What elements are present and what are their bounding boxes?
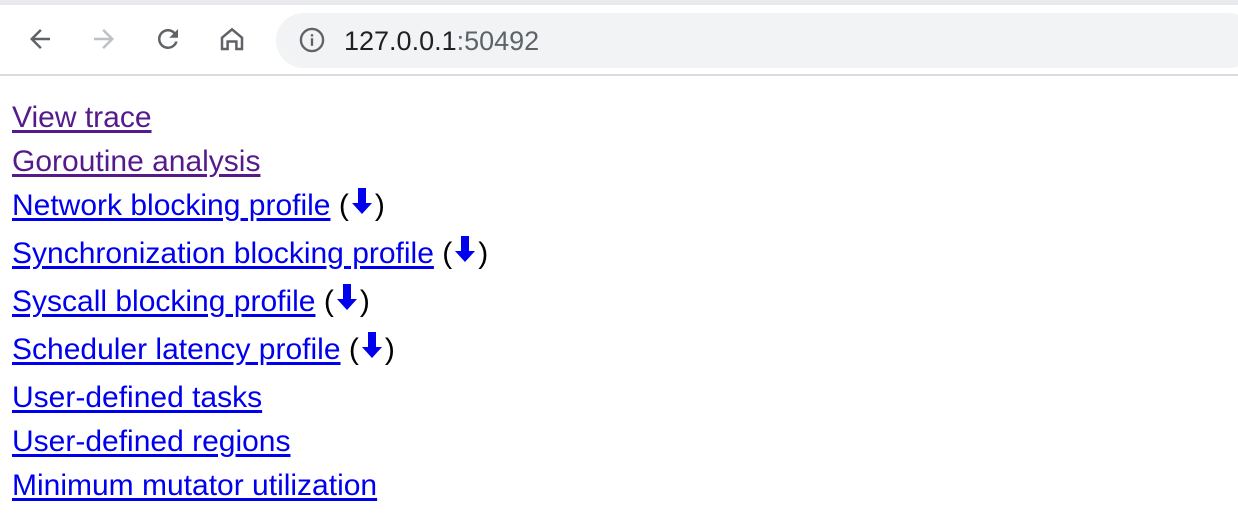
- home-icon: [220, 27, 244, 51]
- network-profile-download-link[interactable]: [349, 188, 375, 222]
- scheduler-profile-download-link[interactable]: [359, 332, 385, 366]
- list-item: Scheduler latency profile (): [12, 328, 488, 376]
- syscall-profile-download-link[interactable]: [334, 284, 360, 318]
- arrow-right-icon: [94, 29, 114, 49]
- info-icon[interactable]: [298, 26, 326, 54]
- url-port: :50492: [456, 26, 540, 56]
- list-item: Goroutine analysis: [12, 140, 488, 184]
- address-bar[interactable]: 127.0.0.1:50492: [276, 13, 1238, 68]
- url-host: 127.0.0.1: [344, 26, 457, 56]
- list-item: Syscall blocking profile (): [12, 280, 488, 328]
- browser-toolbar: 127.0.0.1:50492: [0, 0, 1238, 76]
- list-item: View trace: [12, 96, 488, 140]
- view-trace-link[interactable]: View trace: [12, 101, 152, 134]
- minimum-mutator-utilization-link[interactable]: Minimum mutator utilization: [12, 469, 377, 502]
- paren-open: (: [323, 285, 334, 318]
- arrow-left-icon: [30, 29, 50, 49]
- download-arrow-icon: [361, 332, 382, 358]
- list-item: Synchronization blocking profile (): [12, 232, 488, 280]
- user-defined-regions-link[interactable]: User-defined regions: [12, 425, 290, 458]
- network-blocking-profile-link[interactable]: Network blocking profile: [12, 189, 330, 222]
- download-arrow-icon: [351, 188, 372, 214]
- reload-button[interactable]: [150, 21, 186, 57]
- scheduler-latency-profile-link[interactable]: Scheduler latency profile: [12, 333, 341, 366]
- trace-menu: View trace Goroutine analysis Network bl…: [12, 96, 488, 508]
- paren-open: (: [442, 237, 453, 270]
- paren-close: ): [359, 285, 370, 318]
- download-arrow-icon: [336, 284, 357, 310]
- syscall-blocking-profile-link[interactable]: Syscall blocking profile: [12, 285, 315, 318]
- url-text[interactable]: 127.0.0.1:50492: [344, 25, 539, 57]
- paren-close: ): [374, 189, 385, 222]
- home-button[interactable]: [214, 21, 250, 57]
- paren-open: (: [338, 189, 349, 222]
- list-item: Network blocking profile (): [12, 184, 488, 232]
- synchronization-blocking-profile-link[interactable]: Synchronization blocking profile: [12, 237, 434, 270]
- goroutine-analysis-link[interactable]: Goroutine analysis: [12, 145, 260, 178]
- download-arrow-icon: [455, 236, 476, 262]
- sync-profile-download-link[interactable]: [452, 236, 478, 270]
- paren-close: ): [478, 237, 489, 270]
- paren-close: ): [384, 333, 395, 366]
- forward-button[interactable]: [86, 21, 122, 57]
- list-item: User-defined regions: [12, 420, 488, 464]
- list-item: User-defined tasks: [12, 376, 488, 420]
- paren-open: (: [348, 333, 359, 366]
- reload-icon: [157, 28, 178, 49]
- back-button[interactable]: [22, 21, 58, 57]
- list-item: Minimum mutator utilization: [12, 464, 488, 508]
- user-defined-tasks-link[interactable]: User-defined tasks: [12, 381, 262, 414]
